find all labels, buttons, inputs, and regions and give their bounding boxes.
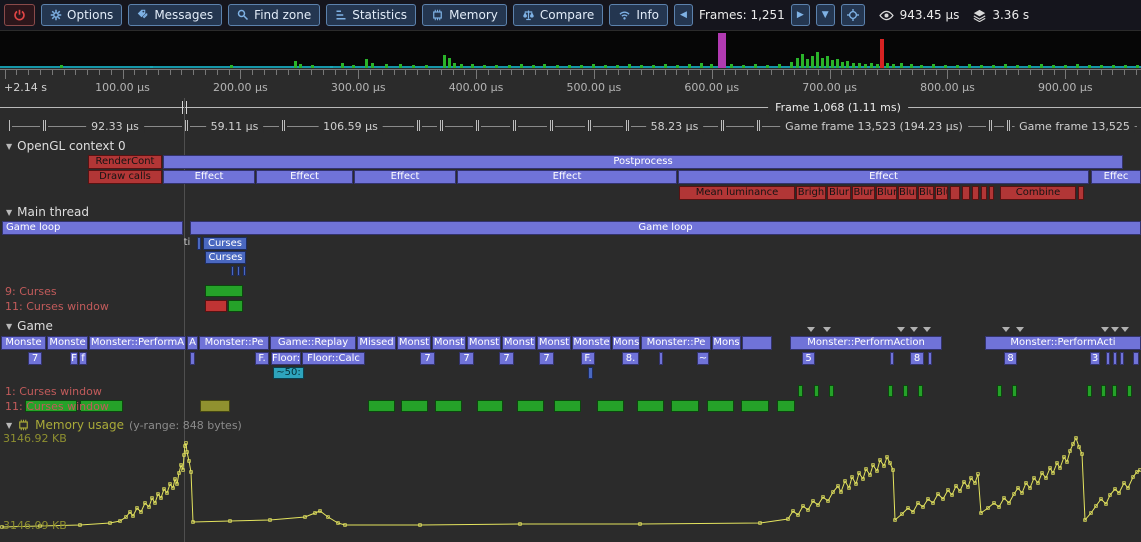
memory-min-label: 3146.09 KB [3, 519, 67, 532]
lock-label: 11: Curses window [5, 400, 109, 413]
memory-max-label: 3146.92 KB [3, 432, 67, 445]
memory-graph[interactable] [0, 0, 1141, 542]
profiler-window: Options Messages Find zone Statistics Me… [0, 0, 1141, 542]
lock-label: 1: Curses window [5, 385, 102, 398]
lock-label: 11: Curses window [5, 300, 109, 313]
lock-label: 9: Curses [5, 285, 57, 298]
